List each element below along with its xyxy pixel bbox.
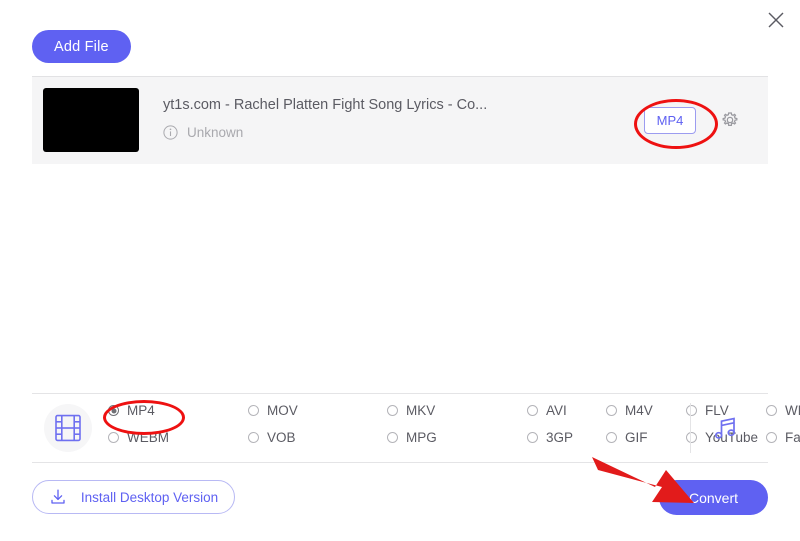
radio-option-label: MKV bbox=[406, 403, 436, 418]
radio-indicator bbox=[387, 432, 398, 443]
radio-indicator bbox=[108, 432, 119, 443]
file-status-text: Unknown bbox=[187, 125, 244, 140]
radio-option-gif[interactable]: GIF bbox=[606, 430, 648, 445]
radio-option-label: GIF bbox=[625, 430, 648, 445]
radio-indicator bbox=[108, 405, 119, 416]
radio-option-label: MPG bbox=[406, 430, 437, 445]
radio-indicator bbox=[606, 405, 617, 416]
radio-option-mpg[interactable]: MPG bbox=[387, 430, 437, 445]
film-strip-icon bbox=[55, 414, 81, 442]
radio-option-mkv[interactable]: MKV bbox=[387, 403, 435, 418]
video-thumbnail bbox=[43, 88, 139, 152]
radio-indicator bbox=[248, 432, 259, 443]
radio-option-label: Facebook bbox=[785, 430, 800, 445]
gear-icon bbox=[722, 112, 738, 126]
radio-option-mp4[interactable]: MP4 bbox=[108, 403, 155, 418]
audio-format-tab[interactable] bbox=[702, 404, 750, 452]
radio-indicator bbox=[686, 405, 697, 416]
music-note-icon bbox=[714, 417, 735, 439]
file-title: yt1s.com - Rachel Platten Fight Song Lyr… bbox=[163, 97, 488, 113]
radio-option-label: VOB bbox=[267, 430, 296, 445]
radio-option-label: MOV bbox=[267, 403, 298, 418]
radio-indicator bbox=[248, 405, 259, 416]
radio-indicator bbox=[606, 432, 617, 443]
radio-indicator bbox=[766, 432, 777, 443]
install-desktop-version-button[interactable]: Install Desktop Version bbox=[32, 480, 235, 514]
radio-option-label: AVI bbox=[546, 403, 567, 418]
format-bar-vertical-divider bbox=[690, 403, 691, 453]
radio-option-vob[interactable]: VOB bbox=[248, 430, 296, 445]
file-settings-button[interactable] bbox=[717, 107, 743, 133]
file-meta: Unknown bbox=[163, 125, 243, 140]
radio-option-3gp[interactable]: 3GP bbox=[527, 430, 573, 445]
close-icon bbox=[768, 12, 784, 28]
download-icon bbox=[51, 489, 65, 504]
radio-option-facebook[interactable]: Facebook bbox=[766, 430, 800, 445]
install-desktop-version-label: Install Desktop Version bbox=[80, 489, 219, 505]
radio-option-avi[interactable]: AVI bbox=[527, 403, 567, 418]
radio-option-label: WEBM bbox=[127, 430, 169, 445]
radio-option-label: WMV bbox=[785, 403, 800, 418]
radio-option-webm[interactable]: WEBM bbox=[108, 430, 169, 445]
radio-option-mov[interactable]: MOV bbox=[248, 403, 298, 418]
radio-option-m4v[interactable]: M4V bbox=[606, 403, 653, 418]
format-options-grid: MP4MOVMKVAVIM4VFLVWMVWEBMVOBMPG3GPGIFYou… bbox=[108, 403, 800, 455]
radio-option-label: M4V bbox=[625, 403, 653, 418]
radio-indicator bbox=[387, 405, 398, 416]
radio-indicator bbox=[686, 432, 697, 443]
format-bar-bottom-divider bbox=[32, 462, 768, 463]
convert-button[interactable]: Convert bbox=[659, 480, 768, 515]
info-circle-icon bbox=[163, 125, 178, 140]
video-format-tab[interactable] bbox=[44, 404, 92, 452]
radio-option-label: 3GP bbox=[546, 430, 574, 445]
format-selection-bar: MP4MOVMKVAVIM4VFLVWMVWEBMVOBMPG3GPGIFYou… bbox=[32, 394, 800, 462]
add-file-button[interactable]: Add File bbox=[32, 30, 131, 63]
file-row-format-tag[interactable]: MP4 bbox=[644, 107, 696, 134]
close-window-button[interactable] bbox=[760, 4, 792, 36]
radio-option-label: MP4 bbox=[127, 403, 155, 418]
radio-indicator bbox=[766, 405, 777, 416]
radio-indicator bbox=[527, 432, 538, 443]
radio-option-wmv[interactable]: WMV bbox=[766, 403, 800, 418]
radio-indicator bbox=[527, 405, 538, 416]
file-list-row[interactable]: yt1s.com - Rachel Platten Fight Song Lyr… bbox=[32, 76, 768, 164]
